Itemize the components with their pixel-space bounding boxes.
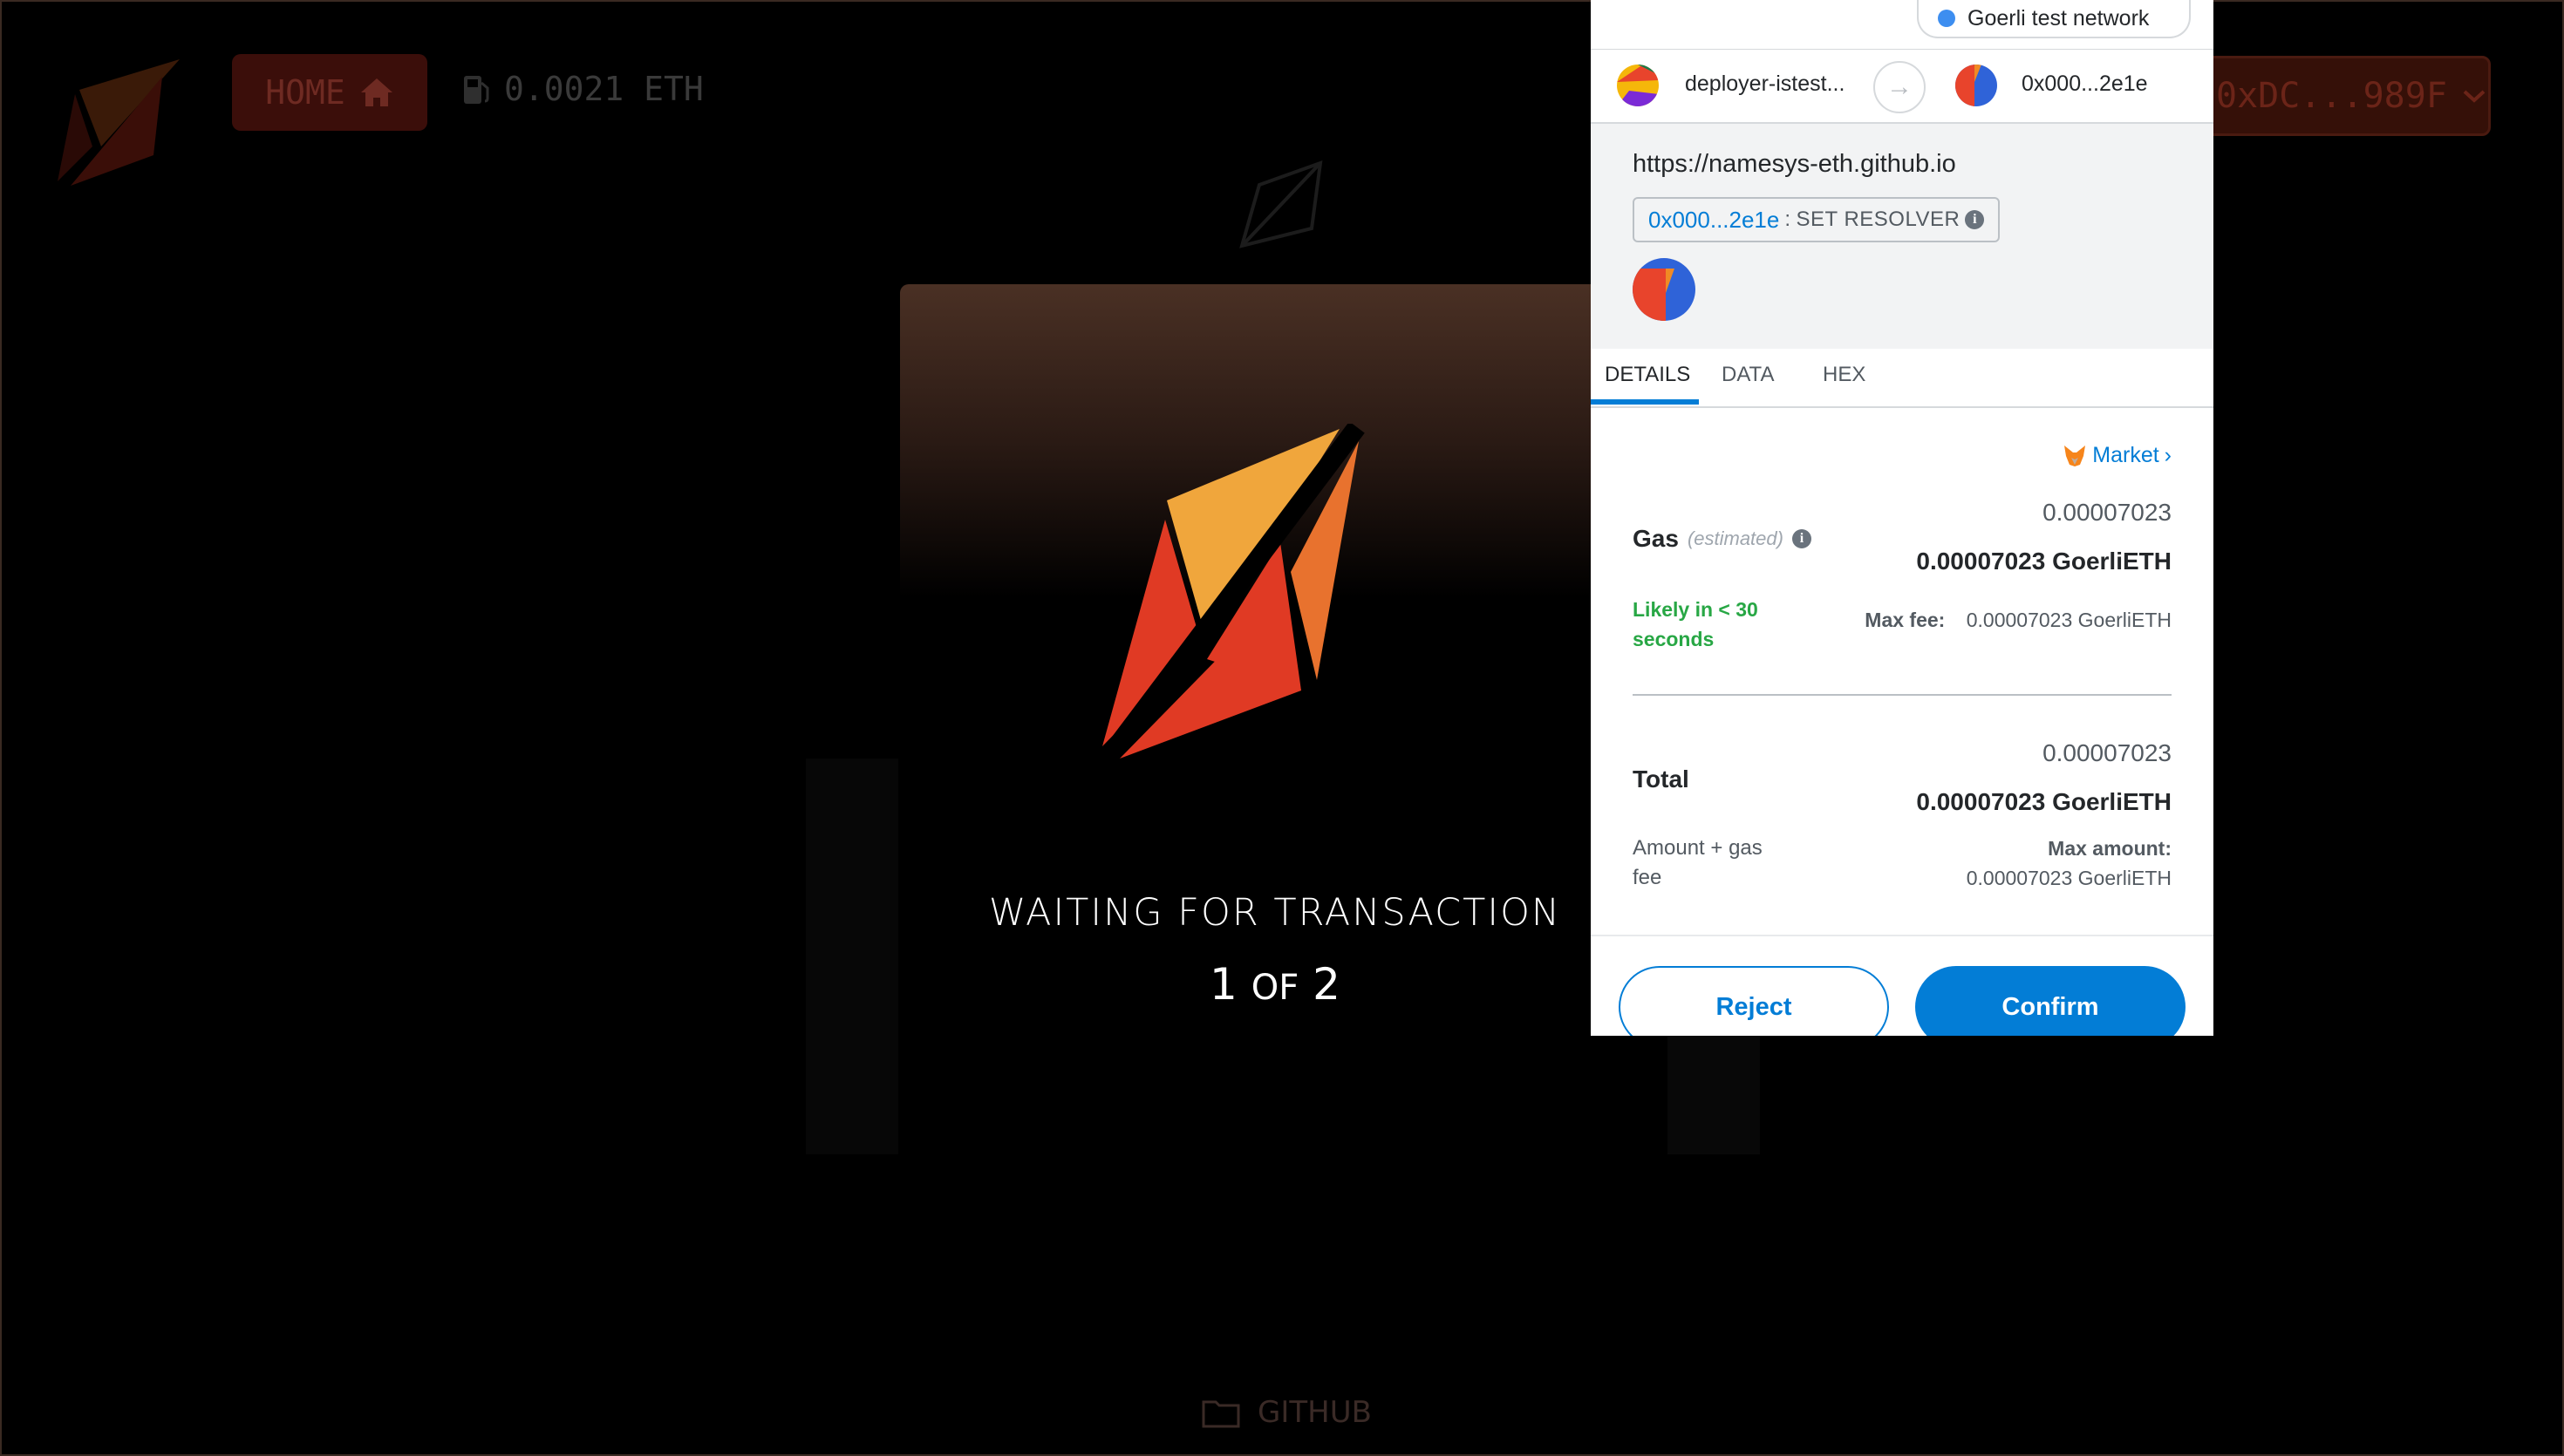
market-label: Market [2092, 443, 2159, 467]
footer-divider [1591, 935, 2213, 936]
background-logo-icon [1239, 160, 1323, 248]
max-amount-value: 0.00007023 GoerliETH [1966, 867, 2172, 889]
metamask-popup: Goerli test network deployer-istest... →… [1591, 0, 2213, 1036]
detail-tabs: DETAILS DATA HEX [1591, 349, 2213, 408]
tab-details[interactable]: DETAILS [1605, 363, 1690, 387]
wallet-account-button[interactable]: 0xDC...989F [2191, 56, 2491, 136]
folder-icon [1202, 1400, 1240, 1428]
wallet-address: 0xDC...989F [2216, 76, 2447, 116]
method-separator: : [1784, 208, 1791, 231]
to-account-avatar[interactable] [1955, 65, 1997, 106]
home-icon [360, 78, 392, 106]
step-current: 1 [1210, 959, 1238, 1010]
gas-secondary-value: 0.00007023 [2042, 499, 2172, 526]
gas-pump-icon [464, 76, 489, 104]
app-logo-icon[interactable] [40, 42, 197, 190]
total-secondary-value: 0.00007023 [2042, 739, 2172, 766]
github-label: GITHUB [1258, 1395, 1372, 1430]
max-fee: Max fee: 0.00007023 GoerliETH [1865, 609, 2172, 632]
contract-avatar [1633, 258, 1695, 321]
chevron-right-icon: › [2164, 443, 2172, 467]
method-contract-address[interactable]: 0x000...2e1e [1648, 207, 1779, 234]
max-fee-value: 0.00007023 GoerliETH [1966, 609, 2172, 631]
step-of: OF [1251, 968, 1299, 1008]
reject-button[interactable]: Reject [1619, 966, 1889, 1036]
gas-time-estimate: Likely in < 30 seconds [1633, 598, 1758, 650]
home-button[interactable]: HOME [232, 54, 427, 131]
home-label: HOME [265, 73, 345, 112]
from-account-name[interactable]: deployer-istest... [1685, 71, 1845, 97]
origin-url: https://namesys-eth.github.io [1633, 150, 1956, 178]
active-tab-indicator [1591, 399, 1699, 405]
popup-header: Goerli test network [1591, 0, 2213, 50]
max-fee-label: Max fee: [1865, 609, 1946, 631]
total-label: Total [1633, 765, 1689, 793]
gas-info-icon[interactable]: i [1791, 529, 1811, 548]
gas-label: Gas (estimated) i [1633, 525, 1811, 553]
arrow-right-icon: → [1873, 61, 1926, 113]
method-badge: 0x000...2e1e : SET RESOLVER i [1633, 197, 2001, 242]
network-name: Goerli test network [1967, 5, 2150, 31]
section-divider [1633, 694, 2172, 696]
fox-icon [2064, 445, 2086, 466]
from-account-avatar[interactable] [1617, 65, 1659, 106]
origin-section: https://namesys-eth.github.io 0x000...2e… [1591, 124, 2213, 349]
gas-primary-value: 0.00007023 GoerliETH [1916, 548, 2172, 575]
account-transfer-row: deployer-istest... → 0x000...2e1e [1591, 49, 2213, 124]
step-counter: 1 OF 2 [900, 959, 1650, 1010]
brand-logo-icon [1102, 424, 1365, 765]
network-selector[interactable]: Goerli test network [1917, 0, 2191, 38]
github-link[interactable]: GITHUB [1202, 1395, 1372, 1430]
step-total: 2 [1313, 959, 1340, 1010]
network-status-dot [1938, 10, 1955, 27]
method-name: SET RESOLVER [1796, 208, 1961, 231]
tab-data[interactable]: DATA [1722, 363, 1774, 387]
max-amount: Max amount: 0.00007023 GoerliETH [1967, 833, 2172, 893]
gas-title: Gas [1633, 525, 1679, 552]
tab-hex[interactable]: HEX [1823, 363, 1865, 387]
to-account-name[interactable]: 0x000...2e1e [2022, 71, 2148, 97]
background-card-left [806, 759, 898, 1154]
info-icon[interactable]: i [1965, 210, 1985, 229]
gas-estimated-label: (estimated) [1687, 527, 1783, 549]
market-gas-option[interactable]: Market › [2063, 443, 2172, 468]
confirm-button[interactable]: Confirm [1915, 966, 2186, 1036]
chevron-down-icon [2463, 90, 2486, 103]
balance-value: 0.0021 ETH [504, 70, 704, 108]
waiting-status-text: WAITING FOR TRANSACTION [988, 891, 1562, 935]
gas-balance: 0.0021 ETH [462, 70, 704, 108]
total-primary-value: 0.00007023 GoerliETH [1916, 788, 2172, 815]
max-amount-label: Max amount: [2048, 837, 2172, 860]
amount-gas-fee-label: Amount + gas fee [1633, 836, 1763, 889]
